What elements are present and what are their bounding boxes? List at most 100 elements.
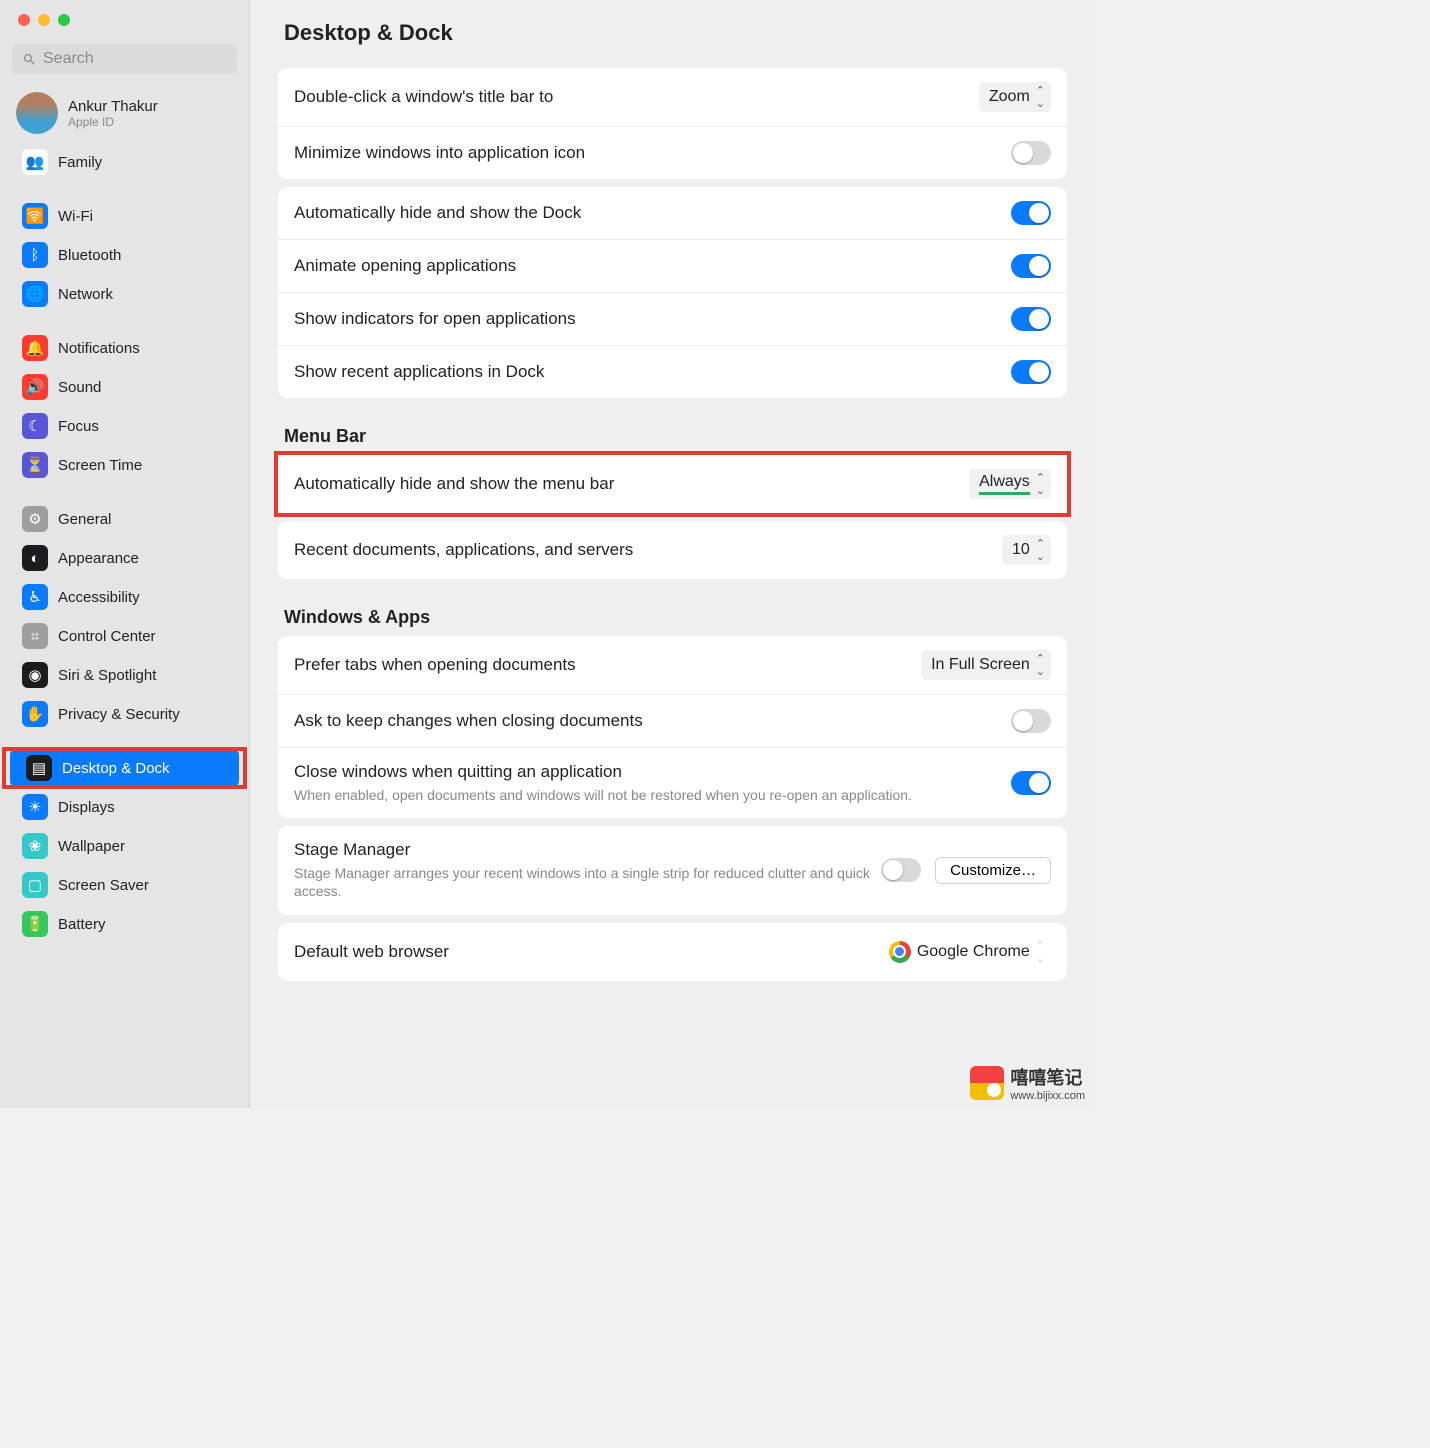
sidebar-item-accessibility[interactable]: ♿︎ Accessibility <box>6 578 243 616</box>
sidebar-item-label: Family <box>58 154 102 171</box>
sidebar-item-label: Network <box>58 286 113 303</box>
close-window-button[interactable] <box>18 14 30 26</box>
titlebar-group: Double-click a window's title bar to Zoo… <box>278 68 1067 179</box>
ask-keep-changes-toggle[interactable] <box>1011 709 1051 733</box>
sidebar-item-label: Appearance <box>58 550 139 567</box>
row-default-browser: Default web browser Google Chrome⌃⌄ <box>278 923 1067 981</box>
row-ask-keep-changes: Ask to keep changes when closing documen… <box>278 695 1067 748</box>
sidebar-item-appearance[interactable]: ◐ Appearance <box>6 539 243 577</box>
search-icon <box>22 52 37 67</box>
sidebar-item-control-center[interactable]: ⌗ Control Center <box>6 617 243 655</box>
sidebar-item-screen-time[interactable]: ⏳ Screen Time <box>6 446 243 484</box>
row-autohide-menubar: Automatically hide and show the menu bar… <box>278 455 1067 513</box>
row-recent-items: Recent documents, applications, and serv… <box>278 521 1067 579</box>
stage-customize-button[interactable]: Customize… <box>935 857 1051 884</box>
controlcenter-icon: ⌗ <box>22 623 48 649</box>
appearance-icon: ◐ <box>22 545 48 571</box>
sidebar-item-wi-fi[interactable]: 🛜 Wi-Fi <box>6 197 243 235</box>
general-icon: ⚙︎ <box>22 506 48 532</box>
sidebar-item-desktop-dock[interactable]: ▤ Desktop & Dock <box>10 749 239 787</box>
system-settings-window: Search Ankur Thakur Apple ID 👥 Family 🛜 Wi-… <box>0 0 1095 1108</box>
sidebar-item-label: Screen Time <box>58 457 142 474</box>
open-indicators-toggle[interactable] <box>1011 307 1051 331</box>
sidebar-item-label: Displays <box>58 799 115 816</box>
menubar-group: Recent documents, applications, and serv… <box>278 521 1067 579</box>
watermark: 嘻嘻笔记 www.bijixx.com <box>970 1064 1085 1102</box>
autohide-menubar-popup[interactable]: Always⌃⌄ <box>969 469 1051 499</box>
sidebar-item-family[interactable]: 👥 Family <box>6 143 243 181</box>
screensaver-icon: ▢ <box>22 872 48 898</box>
dock-group: Automatically hide and show the Dock Ani… <box>278 187 1067 398</box>
zoom-window-button[interactable] <box>58 14 70 26</box>
sidebar-item-label: Focus <box>58 418 99 435</box>
account-name: Ankur Thakur <box>68 98 158 115</box>
account-subtitle: Apple ID <box>68 115 158 129</box>
sidebar-item-battery[interactable]: 🔋Battery <box>6 905 243 943</box>
sidebar-item-label: Accessibility <box>58 589 140 606</box>
sidebar-item-label: Siri & Spotlight <box>58 667 156 684</box>
battery-icon: 🔋 <box>22 911 48 937</box>
search-placeholder: Search <box>43 50 94 68</box>
privacy-icon: ✋ <box>22 701 48 727</box>
screentime-icon: ⏳ <box>22 452 48 478</box>
sidebar-item-siri-spotlight[interactable]: ◉Siri & Spotlight <box>6 656 243 694</box>
accessibility-icon: ♿︎ <box>22 584 48 610</box>
sidebar-item-network[interactable]: 🌐Network <box>6 275 243 313</box>
watermark-logo-icon <box>970 1066 1004 1100</box>
autohide-dock-toggle[interactable] <box>1011 201 1051 225</box>
minimize-into-icon-toggle[interactable] <box>1011 141 1051 165</box>
animate-opening-toggle[interactable] <box>1011 254 1051 278</box>
sidebar-item-label: Screen Saver <box>58 877 149 894</box>
displays-icon: ☀︎ <box>22 794 48 820</box>
wallpaper-icon: ❀ <box>22 833 48 859</box>
close-windows-quit-toggle[interactable] <box>1011 771 1051 795</box>
wifi-icon: 🛜 <box>22 203 48 229</box>
sidebar-item-notifications[interactable]: 🔔 Notifications <box>6 329 243 367</box>
menubar-heading: Menu Bar <box>284 426 1061 447</box>
sidebar-item-label: General <box>58 511 111 528</box>
stage-manager-group: Stage Manager Stage Manager arranges you… <box>278 826 1067 914</box>
menubar-highlighted-group: Automatically hide and show the menu bar… <box>278 455 1067 513</box>
row-close-windows-quit: Close windows when quitting an applicati… <box>278 748 1067 818</box>
page-title: Desktop & Dock <box>250 0 1095 60</box>
account-row[interactable]: Ankur Thakur Apple ID <box>0 84 249 142</box>
desktopdock-icon: ▤ <box>26 755 52 781</box>
family-icon: 👥 <box>22 149 48 175</box>
minimize-window-button[interactable] <box>38 14 50 26</box>
avatar <box>16 92 58 134</box>
sidebar-item-label: Wi-Fi <box>58 208 93 225</box>
sidebar-item-wallpaper[interactable]: ❀ Wallpaper <box>6 827 243 865</box>
recent-items-popup[interactable]: 10⌃⌄ <box>1002 535 1051 565</box>
stage-manager-toggle[interactable] <box>881 858 921 882</box>
window-controls <box>0 14 249 26</box>
sidebar-item-displays[interactable]: ☀︎ Displays <box>6 788 243 826</box>
default-browser-popup[interactable]: Google Chrome⌃⌄ <box>879 937 1051 967</box>
notifications-icon: 🔔 <box>22 335 48 361</box>
sound-icon: 🔊 <box>22 374 48 400</box>
sidebar-item-privacy-security[interactable]: ✋ Privacy & Security <box>6 695 243 733</box>
sidebar-item-screen-saver[interactable]: ▢ Screen Saver <box>6 866 243 904</box>
sidebar-item-label: Bluetooth <box>58 247 121 264</box>
focus-icon: ☾ <box>22 413 48 439</box>
search-input[interactable]: Search <box>12 44 237 74</box>
sidebar-list: 👥 Family 🛜 Wi-Fi ᛒ Bluetooth 🌐Network 🔔 Notifica… <box>0 143 249 943</box>
sidebar-item-focus[interactable]: ☾ Focus <box>6 407 243 445</box>
windows-heading: Windows & Apps <box>284 607 1061 628</box>
doubleclick-popup[interactable]: Zoom⌃⌄ <box>979 82 1051 112</box>
sidebar-item-sound[interactable]: 🔊Sound <box>6 368 243 406</box>
sidebar-item-label: Desktop & Dock <box>62 760 170 777</box>
bluetooth-icon: ᛒ <box>22 242 48 268</box>
sidebar-item-label: Privacy & Security <box>58 706 180 723</box>
prefer-tabs-popup[interactable]: In Full Screen⌃⌄ <box>921 650 1051 680</box>
browser-group: Default web browser Google Chrome⌃⌄ <box>278 923 1067 981</box>
sidebar: Search Ankur Thakur Apple ID 👥 Family 🛜 Wi-… <box>0 0 250 1108</box>
sidebar-item-label: Notifications <box>58 340 140 357</box>
row-minimize-into-icon: Minimize windows into application icon <box>278 127 1067 179</box>
recent-apps-toggle[interactable] <box>1011 360 1051 384</box>
sidebar-item-general[interactable]: ⚙︎ General <box>6 500 243 538</box>
row-doubleclick-titlebar: Double-click a window's title bar to Zoo… <box>278 68 1067 127</box>
sidebar-item-bluetooth[interactable]: ᛒ Bluetooth <box>6 236 243 274</box>
main-pane: Desktop & Dock Double-click a window's t… <box>250 0 1095 1108</box>
sidebar-item-label: Wallpaper <box>58 838 125 855</box>
sidebar-item-label: Control Center <box>58 628 156 645</box>
